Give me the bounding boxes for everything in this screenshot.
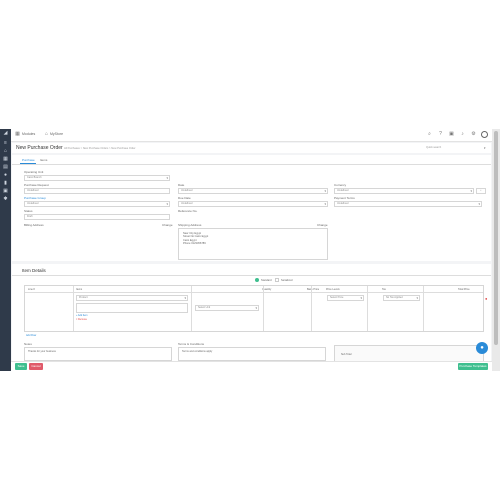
avatar[interactable]	[481, 131, 488, 138]
page-header: New Purchase Order All Purchases > New P…	[12, 143, 491, 153]
item-description[interactable]	[76, 303, 188, 313]
tab-purchase[interactable]: Purchase	[22, 158, 35, 162]
due-date-picker[interactable]: Undefined	[178, 201, 328, 207]
add-row-button[interactable]: Add Row	[26, 334, 36, 337]
page-title: New Purchase Order	[16, 145, 63, 151]
bell-icon[interactable]: ♪	[460, 132, 465, 137]
remove-link[interactable]: × Remove	[76, 318, 87, 321]
payment-terms-label: Payment Terms	[334, 196, 355, 200]
shipping-change-link[interactable]: Change	[317, 223, 328, 227]
date-picker[interactable]: Undefined	[178, 188, 328, 194]
purchase-request-label: Purchase Request	[24, 183, 49, 187]
operating-unit-select[interactable]: Cairo Branch	[24, 175, 170, 181]
item-select[interactable]: Product	[76, 295, 188, 301]
home-icon[interactable]: ⌂	[3, 149, 8, 154]
reference-label: Reference No.	[178, 209, 198, 213]
serialized-option-label: Serialized	[281, 278, 293, 282]
search-icon[interactable]: ⌕	[427, 132, 432, 137]
gift-icon[interactable]: ▣	[449, 132, 454, 137]
terms-label: Terms & Conditions	[178, 342, 205, 346]
notes-textarea[interactable]: Thanks for your business	[24, 347, 172, 361]
shipping-address-box: Nasr City Egypt Street No Cairo Egypt Ca…	[178, 228, 328, 260]
grid-icon[interactable]: ▦	[15, 132, 20, 137]
terms-textarea[interactable]: Terms and conditions apply	[178, 347, 326, 361]
items-table: Line # Items Quantity Base Price Price L…	[24, 285, 484, 332]
store-menu[interactable]: MyStore	[50, 132, 63, 136]
chat-icon[interactable]: ●	[476, 342, 488, 354]
shipping-address-label: Shipping Address	[178, 223, 202, 227]
save-button[interactable]: Save	[15, 363, 27, 370]
column-header: Line #	[28, 287, 35, 291]
notes-text: Thanks for your business	[28, 350, 56, 353]
item-details-panel: Item Details Standard Serialized Line # …	[12, 264, 491, 371]
top-bar: ▦ Modules ⌂ MyStore ⌕ ? ▣ ♪ ⚙	[11, 129, 492, 142]
purchase-group-select[interactable]: Undefined	[24, 201, 170, 207]
currency-select[interactable]: Undefined	[334, 188, 474, 194]
menu-icon[interactable]: ≡	[3, 141, 8, 146]
chart-icon[interactable]: ▮	[3, 181, 8, 186]
calendar-icon[interactable]: ▦	[3, 157, 8, 162]
currency-label: Currency	[334, 183, 347, 187]
date-label: Date	[178, 183, 185, 187]
standard-option-label: Standard	[261, 278, 272, 282]
unit-select[interactable]: Select Unit	[195, 305, 259, 311]
purchase-request-input[interactable]: Undefined	[24, 188, 170, 194]
gear-icon[interactable]: ✱	[3, 197, 8, 202]
add-item-link[interactable]: + Add Item	[76, 314, 88, 317]
help-icon[interactable]: ?	[438, 132, 443, 137]
column-divider	[73, 286, 74, 331]
app-window: ◢ ≡ ⌂ ▦ ▤ ● ▮ ▣ ✱ ▦ Modules ⌂ MyStore ⌕ …	[0, 129, 500, 371]
remove-row-icon[interactable]: ●	[485, 296, 487, 301]
shipping-line: Phone 0123456789	[183, 242, 206, 246]
cancel-button[interactable]: Cancel	[29, 363, 43, 370]
sub-total-label: Sub Total	[341, 353, 352, 356]
terms-text: Terms and conditions apply	[182, 350, 213, 353]
item-details-title: Item Details	[22, 268, 46, 273]
status-label: Status	[24, 209, 33, 213]
status-field[interactable]: Draft	[24, 214, 170, 220]
column-divider	[191, 286, 192, 331]
column-header: Total Price	[458, 287, 470, 291]
quick-search[interactable]: Quick search	[426, 146, 441, 149]
purchase-templates-button[interactable]: Purchase Templates	[458, 363, 488, 370]
tab-items[interactable]: Items	[40, 158, 47, 162]
column-divider	[311, 286, 312, 331]
column-header: Price Levels	[326, 287, 340, 291]
column-header: Base Price	[307, 287, 320, 291]
serialized-checkbox[interactable]	[275, 278, 279, 282]
settings-icon[interactable]: ⚙	[471, 132, 476, 137]
tab-divider	[12, 164, 491, 165]
tax-select[interactable]: No Tax Applied	[383, 295, 420, 301]
purchase-group-label: Purchase Group	[24, 196, 46, 200]
sidebar: ◢ ≡ ⌂ ▦ ▤ ● ▮ ▣ ✱	[0, 129, 11, 371]
chevron-down-icon[interactable]: ▾	[484, 146, 486, 150]
column-header: Tax	[382, 287, 386, 291]
column-divider	[263, 286, 264, 331]
column-divider	[367, 286, 368, 331]
scrollbar[interactable]	[492, 129, 500, 371]
purchase-form: Purchase Items Operating Unit Cairo Bran…	[12, 155, 491, 261]
box-icon[interactable]: ▣	[3, 189, 8, 194]
notes-label: Notes	[24, 342, 32, 346]
table-header-divider	[25, 292, 483, 293]
store-icon: ⌂	[44, 131, 49, 137]
column-divider	[423, 286, 424, 331]
standard-radio[interactable]	[255, 278, 259, 282]
scrollbar-thumb[interactable]	[494, 131, 498, 345]
logo-icon[interactable]: ◢	[3, 131, 8, 136]
people-icon[interactable]: ●	[3, 173, 8, 178]
section-divider	[12, 275, 491, 276]
breadcrumb[interactable]: All Purchases > New Purchase Orders > Ne…	[64, 147, 136, 150]
payment-terms-select[interactable]: Undefined	[334, 201, 482, 207]
billing-address-label: Billing Address	[24, 223, 44, 227]
billing-change-link[interactable]: Change	[162, 223, 173, 227]
price-level-select[interactable]: Select Price	[327, 295, 364, 301]
modules-menu[interactable]: Modules	[22, 132, 35, 136]
operating-unit-label: Operating Unit	[24, 170, 44, 174]
currency-info-button[interactable]: ▪	[476, 188, 486, 194]
column-header: Items	[76, 287, 83, 291]
footer-bar: Save Cancel Purchase Templates	[11, 361, 492, 371]
due-date-label: Due Date	[178, 196, 191, 200]
document-icon[interactable]: ▤	[3, 165, 8, 170]
